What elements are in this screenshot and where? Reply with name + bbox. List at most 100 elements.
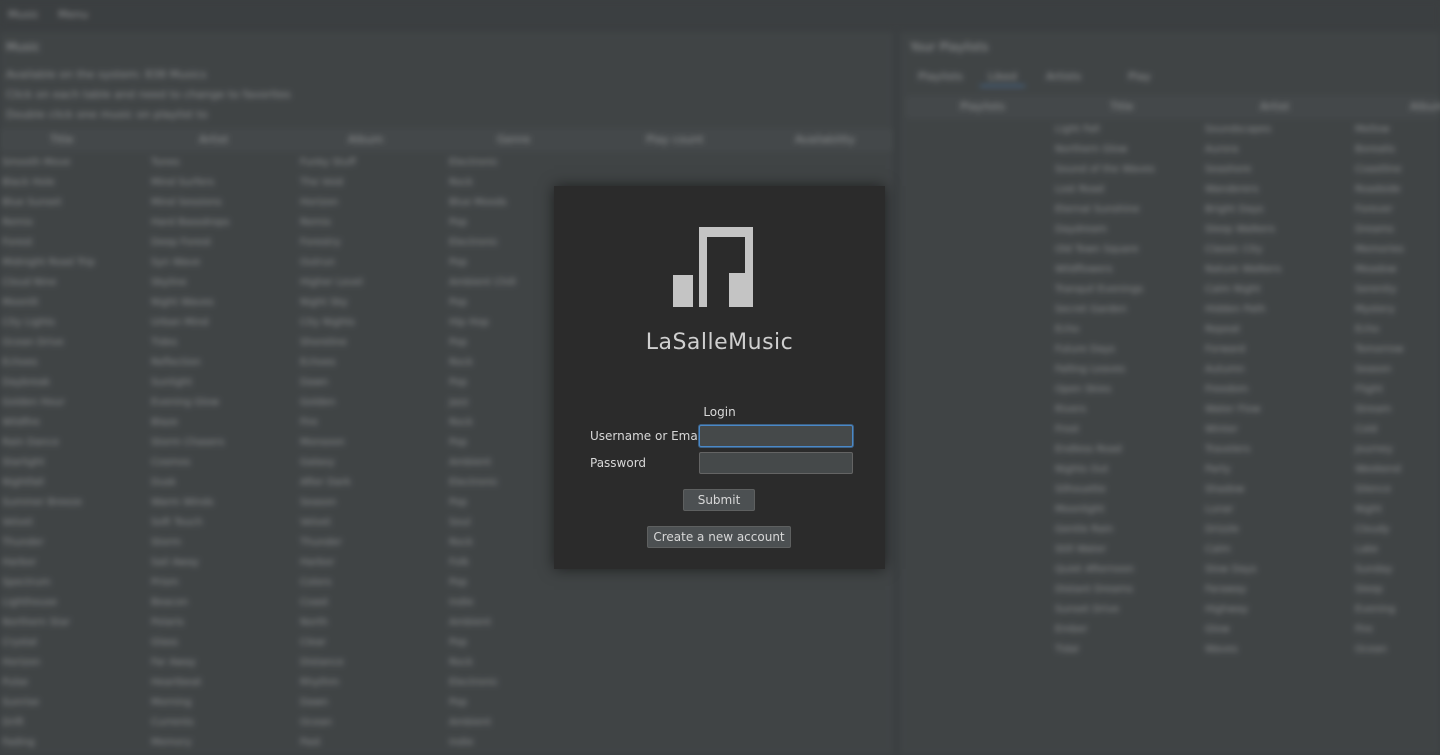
library-cell: Evening Glow — [151, 397, 220, 408]
library-cell: Forest — [2, 237, 33, 248]
playlists-cell: Sound of the Waves — [1055, 164, 1155, 175]
create-account-button[interactable]: Create a new account — [647, 526, 791, 548]
library-cell: Prism — [151, 577, 179, 588]
library-cell: Electronic — [449, 157, 499, 168]
library-cell: Sunlight — [151, 377, 193, 388]
library-cell: Storm — [151, 537, 182, 548]
playlists-cell: Shadow — [1205, 484, 1245, 495]
library-cell: Wildfire — [2, 417, 40, 428]
playlists-cell: Daydream — [1055, 224, 1108, 235]
music-note-logo-icon — [673, 227, 753, 307]
menu-item-music: Music — [8, 8, 40, 21]
playlists-cell: Winter — [1205, 424, 1238, 435]
library-cell: Ocean — [300, 717, 332, 728]
library-cell: Currents — [151, 717, 194, 728]
library-cell: Pop — [449, 577, 468, 588]
submit-button[interactable]: Submit — [683, 489, 755, 511]
playlists-cell: Tranquil Evenings — [1055, 284, 1144, 295]
library-column-header: Title — [50, 133, 74, 146]
playlists-cell: Ocean — [1355, 644, 1387, 655]
playlists-cell: Calm Night — [1205, 284, 1261, 295]
playlists-panel: Your Playlists Playlists Liked Artists P… — [900, 32, 1440, 755]
playlists-cell: Sunday — [1355, 564, 1393, 575]
library-cell: Memory — [151, 737, 192, 748]
library-table-header — [0, 129, 893, 151]
library-cell: Fading — [2, 737, 35, 748]
password-field[interactable] — [699, 452, 853, 474]
library-cell: Storm Chasers — [151, 437, 225, 448]
playlists-cell: Party — [1205, 464, 1231, 475]
library-cell: Northern Star — [2, 617, 71, 628]
library-cell: Season — [300, 497, 337, 508]
library-cell: Velvet — [2, 517, 33, 528]
playlists-cell: Autumn — [1205, 364, 1245, 375]
library-cell: Echoes — [2, 357, 38, 368]
library-cell: Mind Surfers — [151, 177, 215, 188]
playlists-cell: Bright Days — [1205, 204, 1264, 215]
library-cell: Pop — [449, 697, 468, 708]
library-cell: Horizon — [300, 197, 339, 208]
library-cell: Pop — [449, 337, 468, 348]
library-cell: Rock — [449, 417, 473, 428]
playlists-cell: Silence — [1355, 484, 1392, 495]
library-cell: Monsoon — [300, 437, 345, 448]
library-cell: Galaxy — [300, 457, 335, 468]
playlists-cell: Weekend — [1355, 464, 1401, 475]
playlists-cell: Meadow — [1355, 264, 1397, 275]
playlists-cell: Calm — [1205, 544, 1231, 555]
library-cell: Echoes — [300, 357, 336, 368]
library-cell: Remix — [300, 217, 332, 228]
library-cell: Tides — [151, 337, 178, 348]
tab-artists: Artists — [1046, 70, 1082, 83]
username-field[interactable] — [699, 425, 853, 447]
playlists-cell: Ember — [1055, 624, 1088, 635]
library-column-header: Play count — [646, 133, 704, 146]
tab-playlists: Playlists — [918, 70, 963, 83]
library-cell: Dawn — [300, 377, 329, 388]
library-cell: Spectrum — [2, 577, 51, 588]
playlists-cell: Soundscapes — [1205, 124, 1272, 135]
library-cell: Polaris — [151, 617, 184, 628]
library-cell: Daybreak — [2, 377, 51, 388]
playlists-cell: Tomorrow — [1355, 344, 1404, 355]
library-cell: Smooth Move — [2, 157, 71, 168]
playlists-cell: Repeat — [1205, 324, 1241, 335]
playlists-cell: Classic City — [1205, 244, 1263, 255]
library-cell: North — [300, 617, 328, 628]
library-cell: Pulse — [2, 677, 29, 688]
playlists-column-header: Artist — [1260, 100, 1290, 113]
library-cell: Higher Level — [300, 277, 363, 288]
library-cell: Syn Wave — [151, 257, 201, 268]
library-cell: Ambient — [449, 457, 492, 468]
library-cell: Mind Sessions — [151, 197, 222, 208]
playlists-cell: Future Days — [1055, 344, 1115, 355]
playlists-cell: Hidden Path — [1205, 304, 1266, 315]
library-cell: Cloud Nine — [2, 277, 57, 288]
library-cell: After Dark — [300, 477, 351, 488]
library-cell: Sunrise — [2, 697, 40, 708]
library-cell: Hard Bassdrops — [151, 217, 230, 228]
library-cell: Velvet — [300, 517, 331, 528]
library-cell: City Lights — [2, 317, 55, 328]
library-cell: Blue Moods — [449, 197, 507, 208]
library-cell: Beacon — [151, 597, 189, 608]
library-cell: Rock — [449, 357, 473, 368]
playlists-cell: Night — [1355, 504, 1382, 515]
library-cell: Skyline — [151, 277, 187, 288]
playlists-cell: Cloudy — [1355, 524, 1390, 535]
playlists-cell: Mystery — [1355, 304, 1395, 315]
library-cell: Summer Breeze — [2, 497, 83, 508]
playlists-cell: Forward — [1205, 344, 1246, 355]
library-cell: Pop — [449, 257, 468, 268]
playlists-cell: Coastline — [1355, 164, 1402, 175]
library-subtitle-2: Click on each table and need to change t… — [6, 88, 291, 101]
playlists-cell: Endless Road — [1055, 444, 1122, 455]
playlists-cell: Wanderers — [1205, 184, 1259, 195]
library-cell: Indie — [449, 737, 474, 748]
library-column-header: Album — [348, 133, 384, 146]
playlists-cell: Lost Road — [1055, 184, 1104, 195]
library-cell: Cosmos — [151, 457, 191, 468]
playlists-cell: Echo — [1355, 324, 1380, 335]
library-cell: Forestry — [300, 237, 341, 248]
playlists-cell: Sleep Walkers — [1205, 224, 1276, 235]
